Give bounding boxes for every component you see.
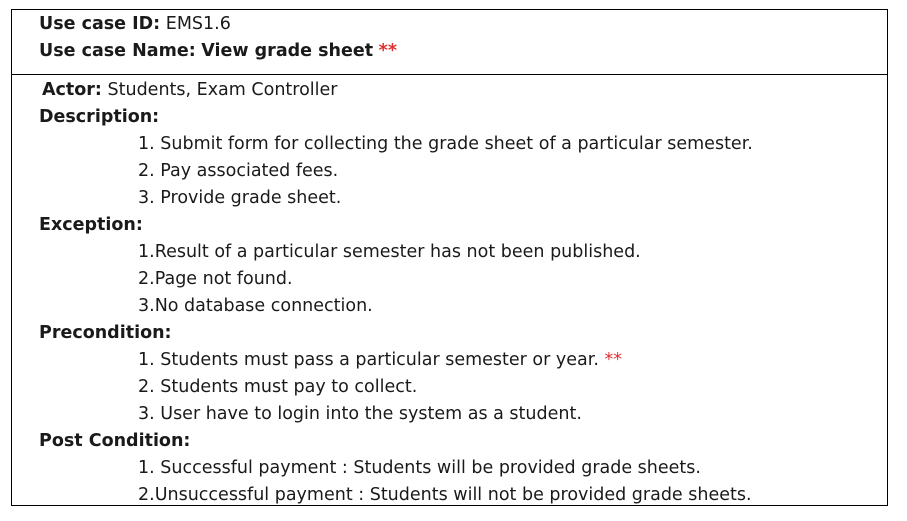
actor-row: Actor: Students, Exam Controller bbox=[42, 77, 337, 104]
use-case-table: Use case ID: EMS1.6 Use case Name: View … bbox=[11, 9, 888, 506]
use-case-id-label: Use case ID: bbox=[39, 14, 161, 34]
use-case-id-value: EMS1.6 bbox=[165, 14, 231, 34]
precondition-item-text: 1. Students must pass a particular semes… bbox=[138, 350, 599, 370]
post-condition-item: 2.Unsuccessful payment : Students will n… bbox=[138, 485, 752, 505]
use-case-name-value: View grade sheet bbox=[201, 41, 374, 61]
exception-item: 2.Page not found. bbox=[138, 269, 293, 289]
description-item: 2. Pay associated fees. bbox=[138, 161, 339, 181]
precondition-label: Precondition: bbox=[39, 323, 172, 343]
use-case-id-row: Use case ID: EMS1.6 bbox=[39, 11, 231, 38]
description-label: Description: bbox=[39, 107, 160, 127]
actor-value: Students, Exam Controller bbox=[107, 80, 338, 100]
exception-label: Exception: bbox=[39, 215, 143, 235]
exception-item: 1.Result of a particular semester has no… bbox=[138, 242, 641, 262]
precondition-item: 1. Students must pass a particular semes… bbox=[138, 347, 622, 374]
description-item: 3. Provide grade sheet. bbox=[138, 188, 342, 208]
actor-label: Actor: bbox=[42, 80, 102, 100]
use-case-header: Use case ID: EMS1.6 Use case Name: View … bbox=[12, 10, 887, 75]
description-item: 1. Submit form for collecting the grade … bbox=[138, 134, 753, 154]
precondition-item: 2. Students must pay to collect. bbox=[138, 377, 418, 397]
post-condition-item: 1. Successful payment : Students will be… bbox=[138, 458, 701, 478]
precondition-item: 3. User have to login into the system as… bbox=[138, 404, 582, 424]
use-case-name-label: Use case Name: bbox=[39, 41, 196, 61]
use-case-name-row: Use case Name: View grade sheet ** bbox=[39, 38, 397, 65]
post-condition-label: Post Condition: bbox=[39, 431, 191, 451]
exception-item: 3.No database connection. bbox=[138, 296, 373, 316]
use-case-name-marker: ** bbox=[378, 41, 397, 61]
precondition-item-marker: ** bbox=[604, 350, 622, 370]
